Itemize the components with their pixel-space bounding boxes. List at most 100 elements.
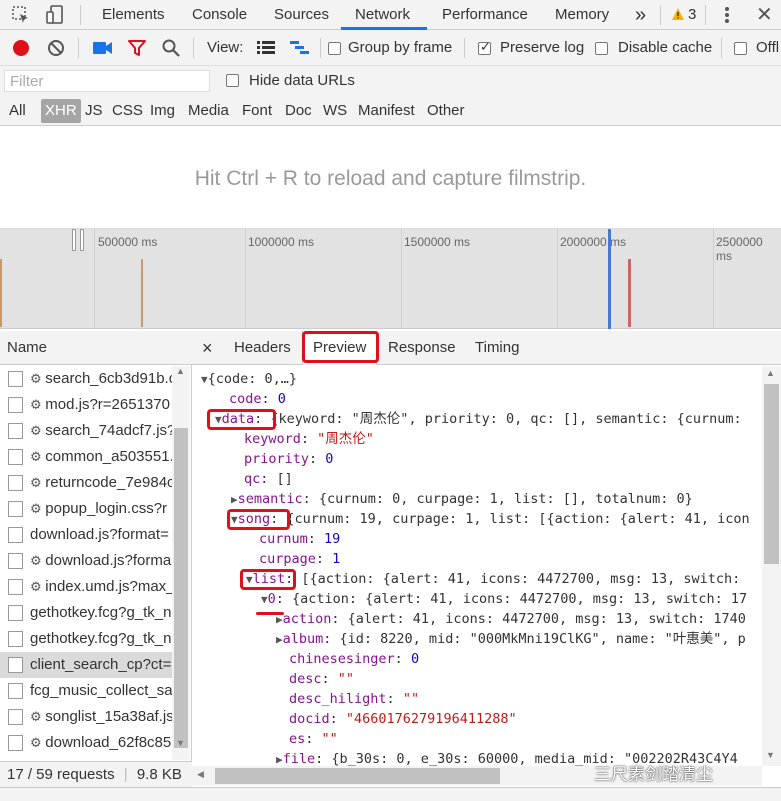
clear-icon[interactable]: [47, 39, 65, 61]
type-doc[interactable]: Doc: [285, 96, 312, 126]
grid-line: [713, 229, 714, 329]
preview-horizontal-scroll-thumb[interactable]: [215, 768, 500, 784]
preview-line[interactable]: ▶action: {alert: 41, icons: 4472700, msg…: [276, 609, 746, 630]
json-key: curnum: [259, 531, 308, 547]
scroll-up-icon[interactable]: ▲: [766, 368, 775, 378]
preview-line[interactable]: ▼data: {keyword: "周杰伦", priority: 0, qc:…: [215, 409, 742, 430]
type-xhr[interactable]: XHR: [41, 99, 81, 123]
name-column-header[interactable]: Name: [0, 331, 192, 365]
gear-icon: ⚙: [30, 735, 46, 750]
request-row[interactable]: download.js?format=: [0, 522, 172, 548]
offline-label: Offl: [756, 39, 780, 56]
tab-response[interactable]: Response: [388, 331, 456, 365]
request-row[interactable]: gethotkey.fcg?g_tk_n: [0, 626, 172, 652]
expand-triangle-icon[interactable]: ▶: [231, 493, 238, 506]
large-rows-icon[interactable]: [257, 41, 275, 59]
json-value: {action: {alert: 41, icons: 4472700, msg…: [292, 591, 748, 607]
json-key: file: [282, 751, 316, 767]
request-row[interactable]: ⚙ download_62f8c85: [0, 730, 172, 756]
request-row[interactable]: gethotkey.fcg?g_tk_n: [0, 600, 172, 626]
offline-checkbox[interactable]: [734, 42, 747, 55]
request-row[interactable]: ⚙ mod.js?r=2651370: [0, 392, 172, 418]
json-value: {alert: 41, icons: 4472700, msg: 13, swi…: [347, 611, 746, 627]
record-icon[interactable]: [12, 39, 30, 61]
request-row[interactable]: ⚙ search_74adcf7.js?: [0, 418, 172, 444]
group-by-frame-checkbox[interactable]: [328, 42, 341, 55]
request-row[interactable]: ⚙ index.umd.js?max_: [0, 574, 172, 600]
tab-network[interactable]: Network: [355, 0, 410, 30]
type-js[interactable]: JS: [85, 96, 103, 126]
filter-input[interactable]: [4, 70, 210, 92]
request-row[interactable]: ⚙ download.js?forma: [0, 548, 172, 574]
preview-line[interactable]: ▼0: {action: {alert: 41, icons: 4472700,…: [261, 589, 747, 610]
close-devtools-icon[interactable]: ✕: [756, 2, 773, 27]
type-ws[interactable]: WS: [323, 96, 347, 126]
expand-triangle-icon[interactable]: ▼: [261, 593, 268, 606]
preview-line[interactable]: ▶album: {id: 8220, mid: "000MkMni19ClKG"…: [276, 629, 746, 650]
waterfall-overview-icon[interactable]: [290, 41, 310, 59]
request-row[interactable]: client_search_cp?ct=2: [0, 652, 172, 678]
type-css[interactable]: CSS: [112, 96, 143, 126]
preview-line[interactable]: ▼list: [{action: {alert: 41, icons: 4472…: [246, 569, 740, 590]
search-icon[interactable]: [162, 39, 180, 61]
tab-memory[interactable]: Memory: [555, 0, 609, 30]
preserve-log-checkbox[interactable]: [478, 39, 491, 55]
preview-line: curpage: 1: [259, 551, 341, 567]
scroll-down-icon[interactable]: ▼: [176, 738, 185, 748]
close-detail-icon[interactable]: ×: [202, 331, 213, 365]
request-row[interactable]: ⚙ popup_login.css?r: [0, 496, 172, 522]
hide-data-urls-checkbox[interactable]: [226, 74, 239, 87]
request-name: gethotkey.fcg?g_tk_n: [30, 604, 172, 621]
preview-line[interactable]: ▶semantic: {curnum: 0, curpage: 1, list:…: [231, 489, 693, 510]
json-value: {curnum: 19, curpage: 1, list: [{action:…: [286, 511, 750, 527]
tab-sources[interactable]: Sources: [274, 0, 329, 30]
json-key: action: [282, 611, 332, 627]
expand-triangle-icon[interactable]: ▼: [201, 373, 208, 386]
warning-triangle-icon[interactable]: [671, 7, 685, 25]
type-other[interactable]: Other: [427, 96, 465, 126]
tab-performance[interactable]: Performance: [442, 0, 528, 30]
expand-triangle-icon[interactable]: ▶: [276, 633, 283, 646]
request-name-wrap: ⚙ search_6cb3d91b.c: [30, 366, 172, 392]
preview-line[interactable]: ▼song: {curnum: 19, curpage: 1, list: [{…: [231, 509, 750, 530]
expand-triangle-icon[interactable]: ▶: [276, 753, 283, 766]
filter-funnel-icon[interactable]: [128, 39, 146, 61]
tab-console[interactable]: Console: [192, 0, 247, 30]
tab-timing[interactable]: Timing: [475, 331, 519, 365]
request-name: search_6cb3d91b.c: [45, 370, 172, 387]
request-row[interactable]: ⚙ common_a503551.: [0, 444, 172, 470]
scroll-left-icon[interactable]: ◀: [197, 769, 204, 780]
data-key-highlight: [207, 409, 276, 430]
timeline-handle-left[interactable]: [72, 229, 76, 251]
type-all[interactable]: All: [9, 96, 26, 126]
tab-elements[interactable]: Elements: [102, 0, 165, 30]
scroll-down-icon[interactable]: ▼: [766, 750, 775, 760]
type-img[interactable]: Img: [150, 96, 175, 126]
request-row[interactable]: fcg_music_collect_saf: [0, 678, 172, 704]
preview-line[interactable]: ▼{code: 0,…}: [201, 369, 297, 390]
more-tabs-icon[interactable]: »: [635, 0, 646, 30]
type-font[interactable]: Font: [242, 96, 272, 126]
song-key-highlight: [227, 509, 290, 530]
type-media[interactable]: Media: [188, 96, 229, 126]
request-list-scroll-thumb[interactable]: [174, 428, 188, 748]
warning-count[interactable]: 3: [688, 0, 696, 30]
scroll-up-icon[interactable]: ▲: [176, 366, 185, 376]
camera-icon[interactable]: [93, 41, 113, 59]
request-row[interactable]: ⚙ search_6cb3d91b.c: [0, 366, 172, 392]
timeline-handle-right[interactable]: [80, 229, 84, 251]
network-overview-timeline[interactable]: 500000 ms 1000000 ms 1500000 ms 2000000 …: [0, 229, 781, 329]
disable-cache-checkbox[interactable]: [595, 42, 608, 55]
json-key: desc_hilight: [289, 691, 387, 707]
tab-headers[interactable]: Headers: [234, 331, 291, 365]
request-row[interactable]: ⚙ returncode_7e984c: [0, 470, 172, 496]
preview-vertical-scroll-thumb[interactable]: [764, 384, 779, 564]
type-manifest[interactable]: Manifest: [358, 96, 415, 126]
status-bar: 17 / 59 requests | 9.8 KB: [0, 761, 192, 787]
json-value: "4660176279196411288": [345, 711, 517, 727]
request-row[interactable]: ⚙ songlist_15a38af.js: [0, 704, 172, 730]
request-file-icon: [8, 553, 23, 569]
kebab-menu-icon[interactable]: [724, 6, 730, 28]
device-toolbar-icon[interactable]: [46, 5, 64, 29]
inspect-element-icon[interactable]: [12, 6, 30, 28]
